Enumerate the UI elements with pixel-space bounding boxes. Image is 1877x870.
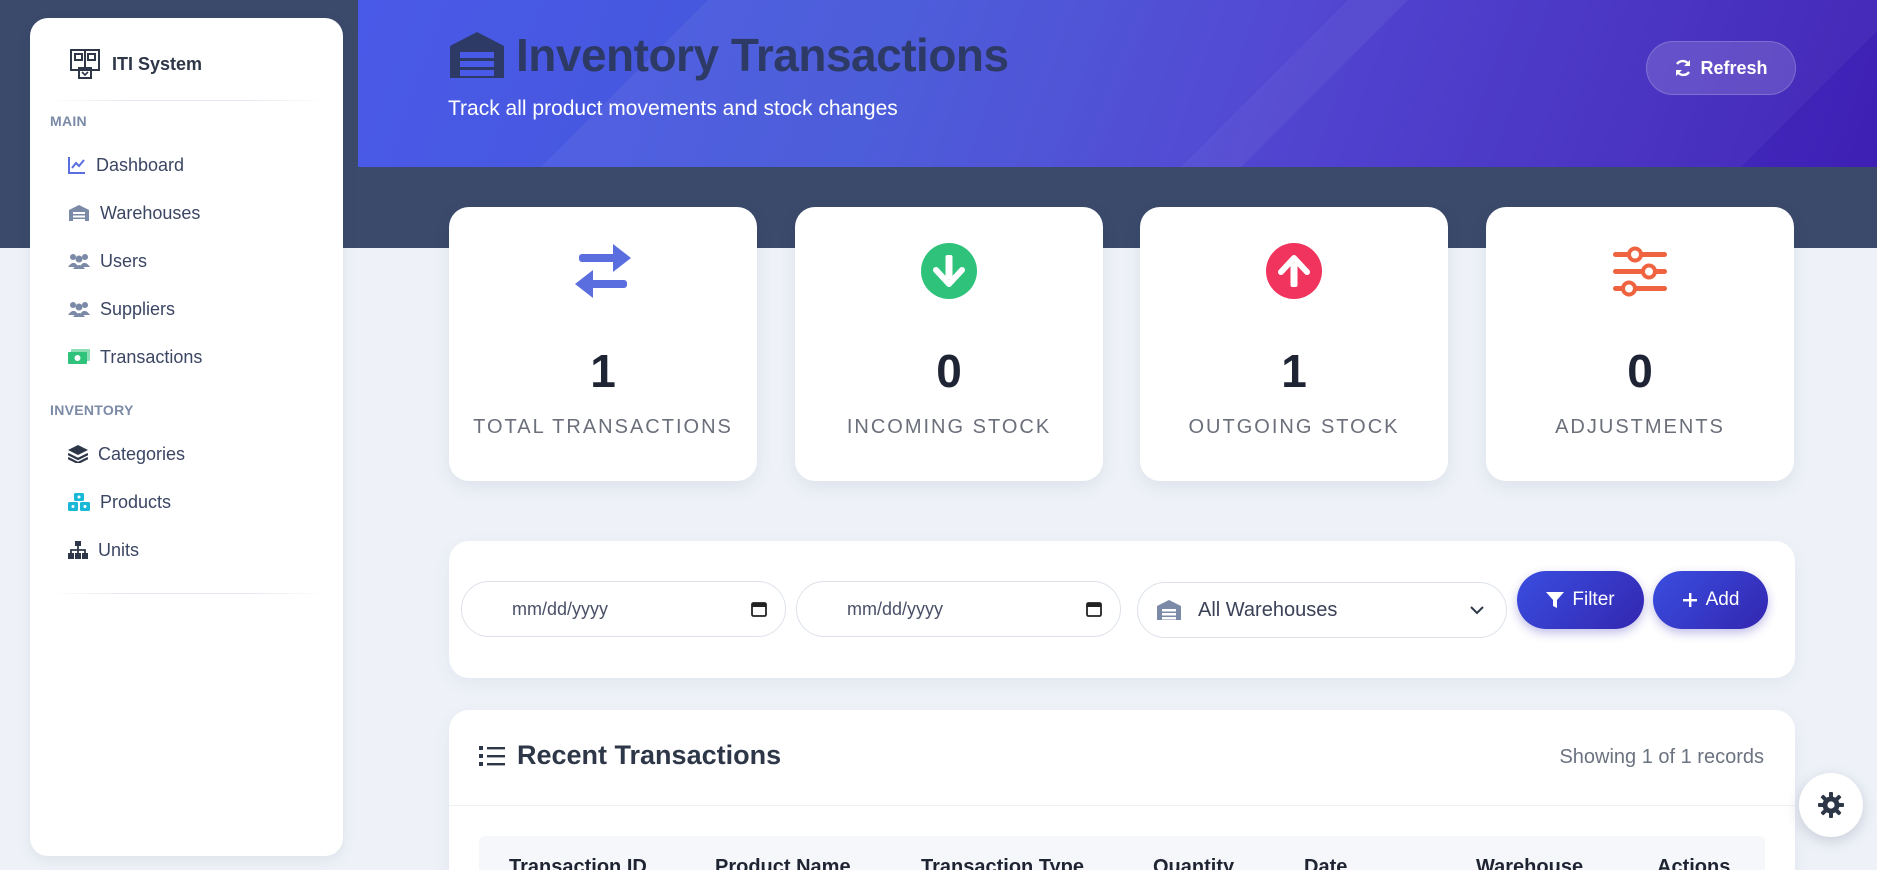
sidebar-item-categories[interactable]: Categories — [68, 436, 185, 472]
stat-label: TOTAL TRANSACTIONS — [473, 416, 733, 438]
stat-card-incoming-stock: 0 INCOMING STOCK — [795, 207, 1103, 481]
column-header-quantity[interactable]: Quantity — [1153, 856, 1234, 870]
date-placeholder: mm/dd/yyyy — [512, 598, 609, 619]
column-header-product-name[interactable]: Product Name — [715, 856, 851, 870]
exchange-icon — [575, 244, 631, 298]
calendar-icon[interactable] — [1086, 601, 1102, 617]
stat-card-total-transactions: 1 TOTAL TRANSACTIONS — [449, 207, 757, 481]
warehouse-select-value: All Warehouses — [1198, 598, 1338, 621]
sidebar-item-label: Categories — [98, 443, 186, 464]
sidebar-item-warehouses[interactable]: Warehouses — [68, 195, 200, 231]
section-label-inventory: INVENTORY — [50, 402, 134, 418]
filter-icon — [1546, 592, 1565, 608]
stat-value: 1 — [1281, 345, 1307, 397]
panel-divider — [449, 805, 1795, 806]
stat-label: INCOMING STOCK — [846, 416, 1052, 438]
start-date-input[interactable]: mm/dd/yyyy — [461, 581, 786, 637]
sidebar-item-label: Suppliers — [100, 298, 176, 319]
chevron-down-icon — [1470, 606, 1484, 615]
refresh-button[interactable]: Refresh — [1646, 41, 1796, 95]
warehouse-icon — [69, 205, 89, 221]
users-icon — [68, 302, 90, 317]
sidebar-item-label: Units — [98, 539, 140, 560]
column-header-date[interactable]: Date — [1304, 856, 1347, 870]
settings-button[interactable] — [1799, 773, 1863, 837]
column-header-transaction-id[interactable]: Transaction ID — [509, 856, 647, 870]
sidebar-item-suppliers[interactable]: Suppliers — [68, 291, 175, 327]
plus-icon — [1682, 593, 1697, 607]
list-icon — [479, 745, 505, 766]
page-header: Inventory Transactions Track all product… — [358, 0, 1877, 167]
filter-bar: mm/dd/yyyy mm/dd/yyyy All Warehouses Fil… — [449, 541, 1795, 678]
sidebar: ITI System MAIN Dashboard Warehouses Use… — [30, 18, 343, 856]
stat-value: 0 — [1627, 345, 1653, 397]
sidebar-item-label: Users — [100, 250, 148, 271]
sidebar-divider — [48, 100, 325, 101]
warehouse-icon — [1157, 600, 1181, 620]
warehouse-select[interactable]: All Warehouses — [1137, 582, 1507, 638]
sidebar-item-users[interactable]: Users — [68, 243, 147, 279]
money-bill-icon — [68, 349, 90, 364]
calendar-icon[interactable] — [751, 601, 767, 617]
page-subtitle: Track all product movements and stock ch… — [448, 97, 898, 120]
arrow-up-circle-icon — [1266, 243, 1322, 299]
column-header-actions: Actions — [1657, 856, 1731, 870]
sitemap-icon — [68, 541, 88, 559]
arrow-down-circle-icon — [921, 243, 977, 299]
refresh-icon — [1676, 59, 1691, 77]
sidebar-item-label: Dashboard — [96, 154, 185, 175]
brand[interactable]: ITI System — [70, 44, 202, 84]
filter-label: Filter — [1572, 589, 1615, 610]
stat-label: OUTGOING STOCK — [1188, 416, 1400, 438]
sidebar-item-label: Warehouses — [100, 202, 201, 223]
sidebar-item-label: Products — [100, 491, 172, 512]
column-header-warehouse[interactable]: Warehouse — [1476, 856, 1583, 870]
sidebar-item-units[interactable]: Units — [68, 532, 139, 568]
refresh-label: Refresh — [1700, 57, 1768, 78]
sidebar-item-products[interactable]: Products — [68, 484, 171, 520]
users-icon — [68, 254, 90, 269]
stat-card-outgoing-stock: 1 OUTGOING STOCK — [1140, 207, 1448, 481]
page-title-row: Inventory Transactions — [448, 28, 1009, 82]
panel-title-row: Recent Transactions — [479, 740, 781, 771]
sidebar-item-dashboard[interactable]: Dashboard — [68, 147, 184, 183]
stat-value: 0 — [936, 345, 962, 397]
stat-label: ADJUSTMENTS — [1555, 416, 1725, 438]
recent-transactions-panel: Recent Transactions Showing 1 of 1 recor… — [449, 710, 1795, 870]
brand-label: ITI System — [112, 53, 203, 74]
gear-icon — [1818, 792, 1844, 818]
page-title: Inventory Transactions — [516, 29, 1009, 81]
filter-button[interactable]: Filter — [1517, 571, 1644, 629]
layers-icon — [68, 445, 88, 463]
sidebar-divider — [48, 593, 325, 594]
chart-line-icon — [68, 157, 85, 174]
sliders-icon — [1613, 246, 1667, 297]
date-placeholder: mm/dd/yyyy — [847, 598, 944, 619]
stat-card-adjustments: 0 ADJUSTMENTS — [1486, 207, 1794, 481]
stat-value: 1 — [590, 345, 616, 397]
add-label: Add — [1705, 589, 1740, 610]
records-count: Showing 1 of 1 records — [1559, 746, 1764, 768]
section-label-main: MAIN — [50, 113, 87, 129]
sidebar-item-transactions[interactable]: Transactions — [68, 339, 202, 375]
sidebar-item-label: Transactions — [100, 346, 203, 367]
end-date-input[interactable]: mm/dd/yyyy — [796, 581, 1121, 637]
cubes-icon — [68, 493, 90, 511]
panel-title: Recent Transactions — [517, 740, 782, 770]
warehouse-icon — [450, 32, 504, 78]
add-button[interactable]: Add — [1653, 571, 1768, 629]
table-header: Transaction ID Product Name Transaction … — [479, 836, 1765, 870]
system-logo-icon — [70, 49, 100, 79]
column-header-transaction-type[interactable]: Transaction Type — [921, 856, 1084, 870]
